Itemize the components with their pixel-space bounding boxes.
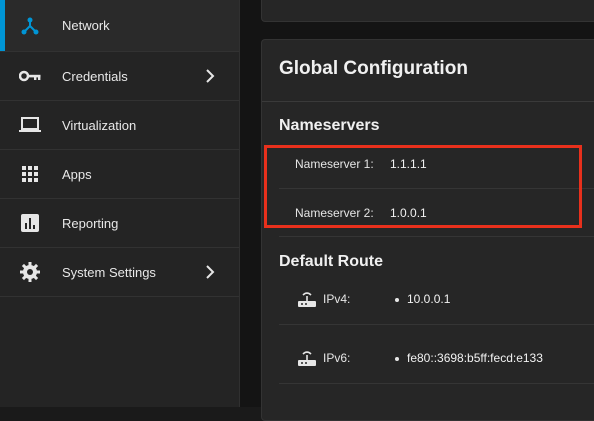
sidebar-item-label: Network bbox=[62, 18, 110, 33]
gear-icon bbox=[19, 261, 41, 283]
row-divider bbox=[279, 383, 594, 384]
nameserver-2-value: 1.0.0.1 bbox=[390, 206, 427, 220]
ipv6-label: IPv6: bbox=[323, 351, 351, 365]
sidebar-item-label: Credentials bbox=[62, 68, 128, 84]
sidebar-item-label: System Settings bbox=[62, 264, 156, 280]
chart-icon bbox=[19, 212, 41, 234]
sidebar-item-system-settings[interactable]: System Settings bbox=[0, 248, 239, 297]
sidebar-item-virtualization[interactable]: Virtualization bbox=[0, 101, 239, 150]
row-divider bbox=[279, 236, 594, 237]
nameservers-title: Nameservers bbox=[279, 117, 380, 134]
sidebar-item-network[interactable]: Network bbox=[0, 0, 239, 52]
chevron-right-icon bbox=[204, 264, 216, 280]
sidebar-item-label: Apps bbox=[62, 166, 92, 182]
ipv4-label: IPv4: bbox=[323, 292, 351, 306]
sidebar-item-label: Reporting bbox=[62, 215, 119, 231]
main-content: Global Configuration Nameservers Nameser… bbox=[240, 0, 594, 421]
chevron-right-icon bbox=[204, 68, 216, 84]
sidebar-item-label: Virtualization bbox=[62, 117, 137, 133]
sidebar-item-apps[interactable]: Apps bbox=[0, 150, 239, 199]
divider bbox=[262, 101, 594, 102]
row-divider bbox=[279, 188, 594, 189]
row-divider bbox=[279, 324, 594, 325]
nameserver-1-label: Nameserver 1: bbox=[295, 157, 374, 171]
apps-grid-icon bbox=[19, 163, 41, 185]
router-icon bbox=[297, 290, 317, 308]
router-icon bbox=[297, 349, 317, 367]
sidebar: Network Credentials Virtualization Apps … bbox=[0, 0, 240, 407]
ipv4-value: 10.0.0.1 bbox=[407, 292, 451, 306]
network-icon bbox=[19, 15, 41, 37]
nameserver-1-value: 1.1.1.1 bbox=[390, 157, 427, 171]
key-icon bbox=[19, 65, 41, 87]
global-configuration-card: Global Configuration Nameservers Nameser… bbox=[261, 39, 594, 421]
card-title: Global Configuration bbox=[279, 58, 468, 79]
nameserver-2-label: Nameserver 2: bbox=[295, 206, 374, 220]
bullet bbox=[395, 357, 399, 361]
bullet bbox=[395, 298, 399, 302]
ipv6-value: fe80::3698:b5ff:fecd:e133 bbox=[407, 351, 543, 365]
sidebar-item-reporting[interactable]: Reporting bbox=[0, 199, 239, 248]
previous-card bbox=[261, 0, 594, 22]
default-route-title: Default Route bbox=[279, 253, 383, 270]
laptop-icon bbox=[19, 114, 41, 136]
sidebar-item-credentials[interactable]: Credentials bbox=[0, 52, 239, 101]
